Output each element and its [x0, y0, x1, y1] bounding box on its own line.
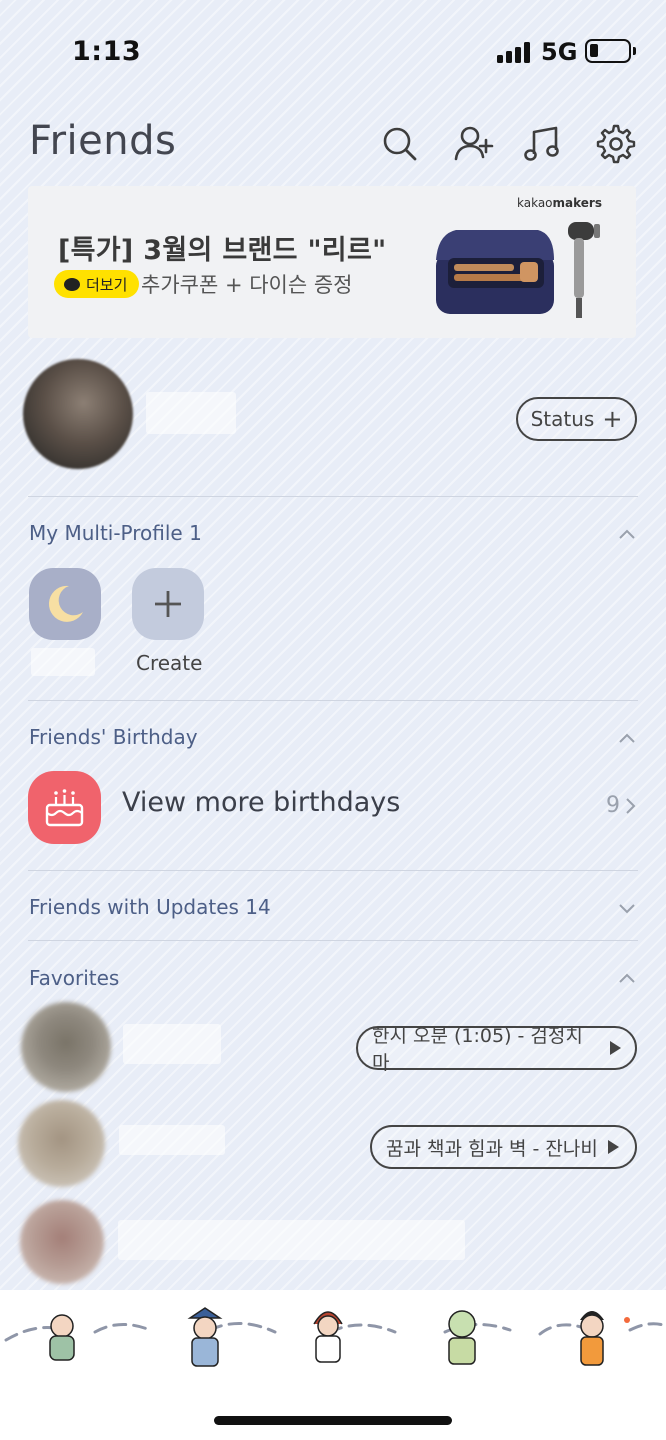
add-friend-icon[interactable] [452, 122, 496, 166]
battery-icon [585, 39, 636, 63]
chevron-up-icon[interactable] [618, 528, 636, 540]
multi-profile-name [31, 648, 95, 676]
divider [28, 496, 638, 497]
favorite-song-pill[interactable]: 한시 오분 (1:05) - 검정치마 [356, 1025, 637, 1074]
birthday-button[interactable] [28, 771, 101, 844]
favorites-title: Favorites [29, 966, 120, 990]
divider [28, 700, 638, 701]
favorite-name[interactable] [123, 1024, 221, 1064]
character-cloud-strip [0, 1307, 666, 1370]
ad-headline: [특가] 3월의 브랜드 "리르" [58, 235, 387, 266]
create-label: Create [136, 651, 203, 675]
favorite-avatar[interactable] [18, 1100, 105, 1187]
chat-bubble-icon [64, 277, 80, 291]
favorite-avatar[interactable] [20, 1200, 104, 1284]
my-profile-avatar[interactable] [23, 359, 133, 469]
my-profile-name[interactable] [146, 392, 236, 434]
cake-icon [45, 789, 84, 827]
music-icon[interactable] [521, 122, 565, 166]
ad-more-button[interactable]: 더보기 [54, 270, 140, 298]
product-image [436, 222, 600, 318]
page-title: Friends [29, 118, 177, 164]
status-button[interactable]: Status + [516, 397, 637, 441]
play-icon [607, 1140, 619, 1154]
character-1 [49, 1314, 75, 1361]
divider [28, 870, 638, 871]
ad-subtext: 추가쿠폰 + 다이슨 증정 [141, 273, 353, 297]
status-button-label: Status [530, 407, 595, 431]
favorite-song-label: 한시 오분 (1:05) - 검정치마 [372, 1025, 583, 1074]
favorite-avatar[interactable] [21, 1002, 111, 1092]
plus-icon: + [602, 405, 623, 433]
favorite-song-label: 꿈과 책과 힘과 벽 - 잔나비 [386, 1137, 598, 1160]
chevron-right-icon[interactable] [624, 797, 636, 815]
home-indicator[interactable] [214, 1416, 452, 1425]
create-profile-button[interactable] [132, 568, 204, 640]
chevron-up-icon[interactable] [618, 972, 636, 984]
play-icon [610, 1041, 621, 1055]
search-icon[interactable] [378, 122, 422, 166]
character-3 [313, 1311, 343, 1363]
chevron-down-icon[interactable] [618, 902, 636, 914]
favorite-name[interactable] [118, 1220, 465, 1260]
birthday-count: 9 [606, 793, 620, 818]
moon-icon [48, 585, 83, 622]
signal-icon [497, 41, 533, 63]
ad-brand: kakaomakers [517, 196, 602, 210]
settings-icon[interactable] [594, 122, 638, 166]
divider [28, 940, 638, 941]
clock: 1:13 [72, 36, 142, 67]
ad-more-label: 더보기 [86, 275, 128, 294]
chevron-up-icon[interactable] [618, 732, 636, 744]
birthday-label[interactable]: View more birthdays [122, 787, 400, 818]
favorite-name[interactable] [119, 1125, 225, 1155]
birthday-title: Friends' Birthday [29, 725, 198, 749]
multi-profile-title: My Multi-Profile 1 [29, 521, 202, 545]
multi-profile-avatar[interactable] [29, 568, 101, 640]
updates-title[interactable]: Friends with Updates 14 [29, 895, 271, 919]
favorite-song-pill[interactable]: 꿈과 책과 힘과 벽 - 잔나비 [370, 1125, 637, 1169]
character-4 [448, 1310, 476, 1365]
network-type: 5G [541, 38, 578, 66]
plus-icon [155, 591, 181, 617]
ad-banner[interactable]: kakaomakers [특가] 3월의 브랜드 "리르" 더보기 추가쿠폰 +… [28, 186, 636, 338]
